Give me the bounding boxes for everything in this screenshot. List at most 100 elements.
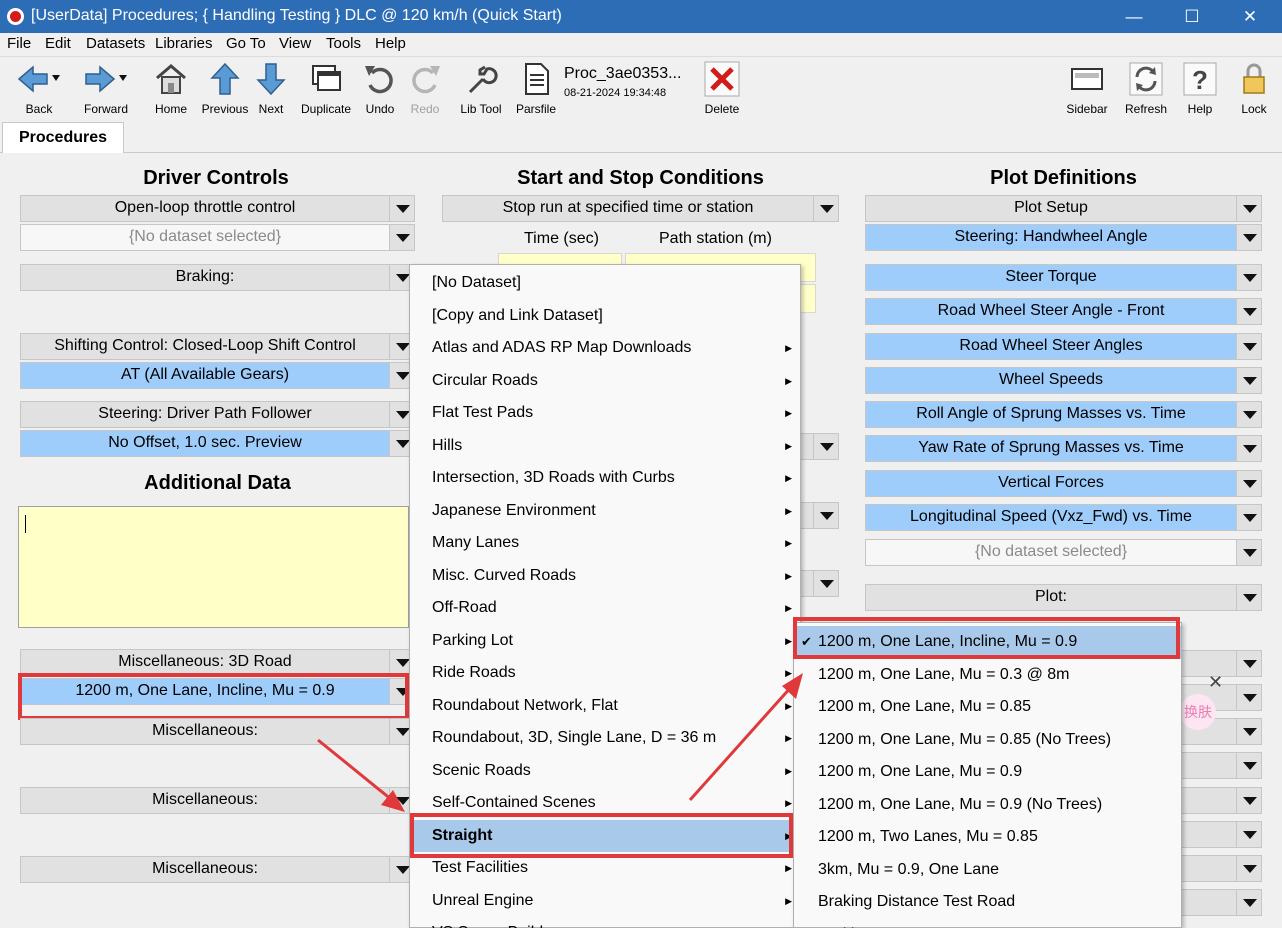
menu-help[interactable]: Help — [375, 35, 406, 52]
plot-item-dropdown[interactable]: Steer Torque — [865, 264, 1262, 291]
chevron-down-icon[interactable] — [1236, 471, 1261, 496]
chevron-down-icon[interactable] — [1236, 685, 1261, 710]
category-menu-item[interactable]: Circular Roads ▶ — [410, 365, 800, 398]
close-button[interactable]: ✕ — [1221, 0, 1279, 33]
plot-item-dropdown[interactable]: Vertical Forces — [865, 470, 1262, 497]
plot-item-dropdown[interactable]: Roll Angle of Sprung Masses vs. Time — [865, 401, 1262, 428]
chevron-down-icon[interactable] — [1236, 540, 1261, 565]
menu-libraries[interactable]: Libraries — [155, 35, 213, 52]
chevron-down-icon[interactable] — [1236, 719, 1261, 744]
plot-dataset-dropdown[interactable]: {No dataset selected} — [865, 539, 1262, 566]
plot-item-dropdown[interactable]: Steering: Handwheel Angle — [865, 224, 1262, 251]
straight-road-item[interactable]: Braking Gutter — [794, 919, 1181, 928]
chevron-down-icon[interactable] — [1236, 890, 1261, 915]
sidebar-button[interactable]: Sidebar — [1064, 61, 1110, 117]
menu-datasets[interactable]: Datasets — [86, 35, 145, 52]
straight-road-item[interactable]: 1200 m, Two Lanes, Mu = 0.85 — [794, 821, 1181, 854]
straight-road-item[interactable]: 1200 m, One Lane, Mu = 0.3 @ 8m — [794, 659, 1181, 692]
steering-dataset-dropdown[interactable]: No Offset, 1.0 sec. Preview — [20, 430, 415, 457]
chevron-down-icon[interactable] — [1236, 788, 1261, 813]
delete-button[interactable]: Delete — [700, 61, 744, 117]
category-menu-item[interactable]: Flat Test Pads ▶ — [410, 397, 800, 430]
undo-button[interactable]: Undo — [360, 61, 400, 117]
plot-setup-dropdown[interactable]: Plot Setup — [865, 195, 1262, 222]
straight-road-item[interactable]: 3km, Mu = 0.9, One Lane — [794, 854, 1181, 887]
plot-dropdown-e[interactable] — [1180, 787, 1262, 814]
chevron-down-icon[interactable] — [813, 571, 838, 596]
category-menu-item[interactable]: [No Dataset] — [410, 267, 800, 300]
category-menu-item[interactable]: Misc. Curved Roads ▶ — [410, 560, 800, 593]
misc-dropdown-2[interactable]: Miscellaneous: — [20, 787, 415, 814]
shifting-dataset-dropdown[interactable]: AT (All Available Gears) — [20, 362, 415, 389]
chevron-down-icon[interactable] — [1236, 402, 1261, 427]
category-menu-item[interactable]: Roundabout, 3D, Single Lane, D = 36 m ▶ — [410, 722, 800, 755]
throttle-dropdown[interactable]: Open-loop throttle control — [20, 195, 415, 222]
duplicate-button[interactable]: Duplicate — [298, 61, 354, 117]
menu-view[interactable]: View — [279, 35, 311, 52]
stop-run-dropdown[interactable]: Stop run at specified time or station — [442, 195, 839, 222]
home-button[interactable]: Home — [150, 61, 192, 117]
category-menu-item[interactable]: Hills ▶ — [410, 430, 800, 463]
plot-dropdown-g[interactable] — [1180, 855, 1262, 882]
category-menu-item[interactable]: Off-Road ▶ — [410, 592, 800, 625]
chevron-down-icon[interactable] — [1236, 585, 1261, 610]
category-menu-item[interactable]: Ride Roads ▶ — [410, 657, 800, 690]
plot-dropdown[interactable]: Plot: — [865, 584, 1262, 611]
close-x-icon[interactable]: ✕ — [1208, 672, 1223, 693]
lock-button[interactable]: Lock — [1234, 61, 1274, 117]
forward-button[interactable]: Forward — [76, 61, 136, 117]
chevron-down-icon[interactable] — [1236, 856, 1261, 881]
back-button[interactable]: Back — [8, 61, 70, 117]
chevron-down-icon[interactable] — [1236, 822, 1261, 847]
minimize-button[interactable]: — — [1105, 0, 1163, 33]
shifting-dropdown[interactable]: Shifting Control: Closed-Loop Shift Cont… — [20, 333, 415, 360]
chevron-down-icon[interactable] — [1236, 651, 1261, 676]
chevron-down-icon[interactable] — [813, 503, 838, 528]
chevron-down-icon[interactable] — [1236, 265, 1261, 290]
category-menu-item[interactable]: Parking Lot ▶ — [410, 625, 800, 658]
straight-road-item[interactable]: 1200 m, One Lane, Mu = 0.9 — [794, 756, 1181, 789]
lib-tool-button[interactable]: Lib Tool — [456, 61, 506, 117]
redo-button[interactable]: Redo — [405, 61, 445, 117]
plot-item-dropdown[interactable]: Wheel Speeds — [865, 367, 1262, 394]
menu-file[interactable]: File — [7, 35, 31, 52]
plot-item-dropdown[interactable]: Longitudinal Speed (Vxz_Fwd) vs. Time — [865, 504, 1262, 531]
menu-edit[interactable]: Edit — [45, 35, 71, 52]
chevron-down-icon[interactable] — [1236, 368, 1261, 393]
refresh-button[interactable]: Refresh — [1122, 61, 1170, 117]
category-menu-item[interactable]: Intersection, 3D Roads with Curbs ▶ — [410, 462, 800, 495]
chevron-down-icon[interactable] — [389, 225, 414, 250]
misc-dropdown-3[interactable]: Miscellaneous: — [20, 856, 415, 883]
misc-3d-road-dropdown[interactable]: Miscellaneous: 3D Road — [20, 649, 415, 676]
ime-skin-badge[interactable]: 换肤 — [1180, 694, 1216, 730]
plot-dropdown-d[interactable] — [1180, 752, 1262, 779]
straight-road-item[interactable]: 1200 m, One Lane, Mu = 0.9 (No Trees) — [794, 789, 1181, 822]
chevron-down-icon[interactable] — [1236, 505, 1261, 530]
chevron-down-icon[interactable] — [813, 196, 838, 221]
plot-dropdown-h[interactable] — [1180, 889, 1262, 916]
category-menu-item[interactable]: Many Lanes ▶ — [410, 527, 800, 560]
chevron-down-icon[interactable] — [389, 196, 414, 221]
straight-road-item[interactable]: Braking Distance Test Road — [794, 886, 1181, 919]
parsfile-button[interactable]: Parsfile — [514, 61, 558, 117]
additional-data-textarea[interactable] — [18, 506, 409, 628]
previous-button[interactable]: Previous — [200, 61, 250, 117]
chevron-down-icon[interactable] — [1236, 299, 1261, 324]
plot-dropdown-f[interactable] — [1180, 821, 1262, 848]
help-button[interactable]: ? Help — [1180, 61, 1220, 117]
chevron-down-icon[interactable] — [1236, 753, 1261, 778]
next-button[interactable]: Next — [253, 61, 289, 117]
category-menu-item[interactable]: Unreal Engine ▶ — [410, 885, 800, 918]
chevron-down-icon[interactable] — [1236, 334, 1261, 359]
steering-dropdown[interactable]: Steering: Driver Path Follower — [20, 401, 415, 428]
chevron-down-icon[interactable] — [1236, 436, 1261, 461]
chevron-down-icon[interactable] — [1236, 225, 1261, 250]
tab-procedures[interactable]: Procedures — [2, 122, 124, 154]
chevron-down-icon[interactable] — [1236, 196, 1261, 221]
category-menu-item[interactable]: VS Scene Builder ▶ — [410, 917, 800, 928]
plot-item-dropdown[interactable]: Road Wheel Steer Angles — [865, 333, 1262, 360]
misc-dropdown-1[interactable]: Miscellaneous: — [20, 718, 415, 745]
maximize-button[interactable]: ☐ — [1163, 0, 1221, 33]
category-menu-item[interactable]: [Copy and Link Dataset] — [410, 300, 800, 333]
category-menu-item[interactable]: Scenic Roads ▶ — [410, 755, 800, 788]
